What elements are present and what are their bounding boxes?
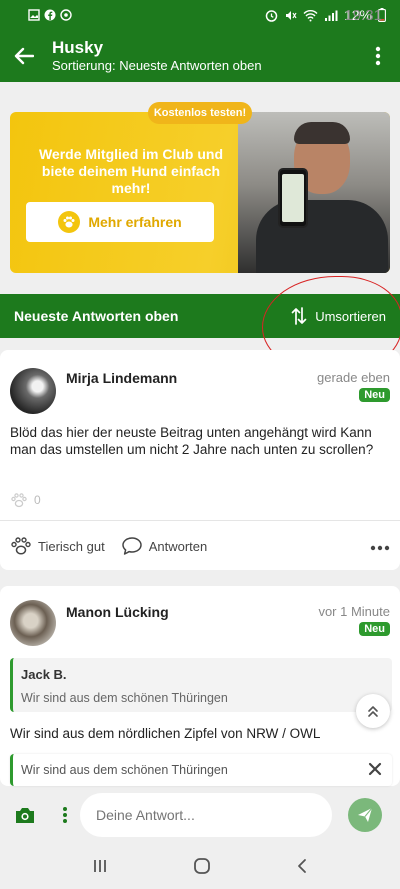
quote-text: Wir sind aus dem schönen Thüringen [21,691,228,705]
more-horizontal-icon [370,545,390,550]
paw-icon [58,211,81,233]
avatar[interactable] [10,600,56,646]
recent-apps-icon[interactable] [92,858,108,874]
alarm-icon [265,9,278,22]
paw-outline-icon [11,493,27,508]
camera-icon [16,808,34,823]
signal-icon [324,10,338,21]
promo-photo [238,112,390,273]
post-text: Blöd das hier der neuste Beitrag unten a… [10,425,374,457]
notification-icons [28,9,72,21]
speech-bubble-icon [121,537,142,555]
avatar[interactable] [10,368,56,414]
overflow-menu-button[interactable] [356,46,400,66]
scroll-to-top-button[interactable] [356,694,390,728]
post-actions: Tierisch gut Antworten [10,536,390,556]
wifi-icon [303,9,318,21]
send-icon [358,807,373,822]
composer-bar [0,790,400,840]
reply-input[interactable] [80,793,332,837]
post-time: gerade eben [316,370,390,385]
like-label: Tierisch gut [38,538,105,554]
club-promo-banner[interactable]: Werde Mitglied im Club und biete deinem … [10,112,390,273]
system-navigation-bar [0,842,400,889]
double-chevron-up-icon [368,706,378,717]
image-icon [28,9,40,21]
like-count: 0 [10,492,41,508]
new-badge: Neu [359,388,390,402]
author-name[interactable]: Mirja Lindemann [66,370,177,386]
back-button[interactable] [0,47,48,65]
composer-quote-text: Wir sind aus dem schönen Thüringen [21,763,228,777]
reply-button[interactable]: Antworten [121,536,208,556]
status-time: 19:31 [344,6,382,24]
new-badge: Neu [359,622,390,636]
quoted-reply[interactable]: Jack B. Wir sind aus dem schönen Thüring… [10,658,392,712]
composer-quote: Wir sind aus dem schönen Thüringen [10,754,392,786]
page-title: Husky [52,38,104,57]
close-icon [368,762,382,776]
page-subtitle: Sortierung: Neueste Antworten oben [52,58,262,73]
free-trial-badge: Kostenlos testen! [148,102,252,124]
remove-quote-button[interactable] [364,758,386,785]
learn-more-label: Mehr erfahren [88,214,182,230]
reply-label: Antworten [148,538,208,554]
camera-button[interactable] [0,806,50,824]
back-arrow-icon [14,47,34,65]
facebook-icon [44,9,56,21]
author-name[interactable]: Manon Lücking [66,604,169,620]
post-time: vor 1 Minute [318,604,390,619]
divider [0,520,400,521]
like-button[interactable]: Tierisch gut [10,536,105,556]
phone-image [278,168,308,228]
more-vertical-icon [375,46,381,66]
status-bar: 19:31 12% [0,0,400,30]
sort-label: Neueste Antworten oben [14,308,179,324]
app-notification-icon [60,9,72,21]
more-vertical-icon [63,807,67,823]
learn-more-button[interactable]: Mehr erfahren [26,202,214,242]
paw-icon [11,537,31,555]
back-nav-icon[interactable] [296,858,308,874]
app-bar: Husky Sortierung: Neueste Antworten oben [0,30,400,82]
attachment-menu-button[interactable] [50,806,80,824]
post-text: Wir sind aus dem nördlichen Zipfel von N… [10,726,321,741]
send-button[interactable] [348,798,382,832]
home-icon[interactable] [193,857,211,875]
quote-author: Jack B. [21,667,67,682]
promo-text: Werde Mitglied im Club und biete deinem … [38,146,224,196]
app-bar-titles: Husky Sortierung: Neueste Antworten oben [52,38,356,74]
post-more-button[interactable] [370,539,390,554]
mute-icon [285,10,297,20]
like-count-value: 0 [34,493,41,507]
post-card: Mirja Lindemann gerade eben Neu Blöd das… [0,350,400,570]
